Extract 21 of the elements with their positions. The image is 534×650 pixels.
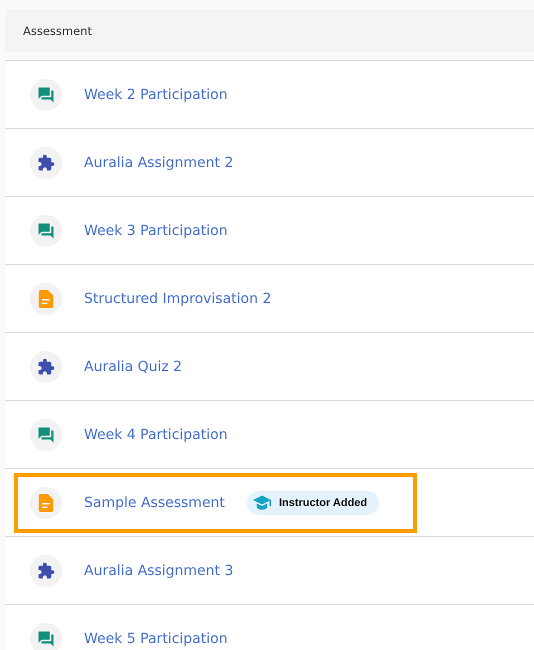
puzzle-icon xyxy=(37,562,55,580)
instructor-badge: Instructor Added xyxy=(246,490,380,514)
puzzle-icon xyxy=(37,358,55,376)
assessment-link[interactable]: Auralia Assignment 2 xyxy=(84,154,234,170)
assessment-link[interactable]: Week 4 Participation xyxy=(84,426,228,442)
assessment-link[interactable]: Structured Improvisation 2 xyxy=(84,290,272,306)
assessment-link[interactable]: Sample Assessment xyxy=(84,494,225,510)
puzzle-icon xyxy=(37,154,55,172)
chat-icon xyxy=(37,426,55,444)
chat-icon xyxy=(37,86,55,104)
assessment-link[interactable]: Auralia Quiz 2 xyxy=(84,358,182,374)
document-icon xyxy=(38,290,54,308)
section-title: Assessment xyxy=(23,24,92,38)
assessment-link[interactable]: Auralia Assignment 3 xyxy=(84,562,234,578)
chat-icon xyxy=(37,222,55,240)
assessment-link[interactable]: Week 3 Participation xyxy=(84,222,228,238)
chat-icon xyxy=(37,630,55,648)
document-icon xyxy=(38,494,54,512)
assessment-link[interactable]: Week 2 Participation xyxy=(84,86,228,102)
graduation-cap-icon xyxy=(252,494,271,510)
assessment-link[interactable]: Week 5 Participation xyxy=(84,630,228,646)
